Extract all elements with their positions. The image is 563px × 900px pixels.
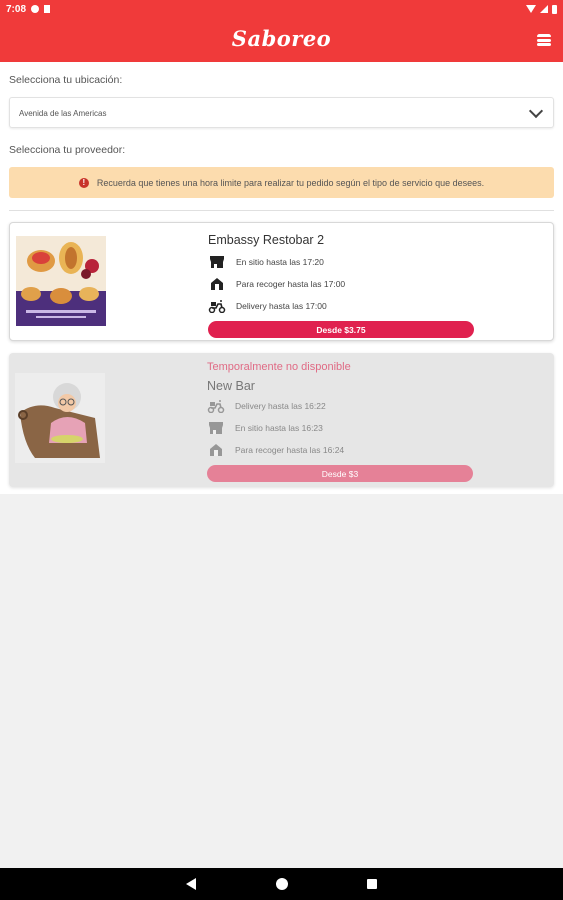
- pickup-house-icon: [207, 442, 225, 458]
- nav-home-icon[interactable]: [276, 878, 288, 890]
- service-row: Para recoger hasta las 16:24: [207, 439, 554, 461]
- location-label: Selecciona tu ubicación:: [9, 74, 123, 86]
- provider-name: Embassy Restobar 2: [208, 233, 325, 247]
- store-icon: [208, 254, 226, 270]
- sd-card-icon: [44, 5, 51, 13]
- battery-icon: [552, 4, 557, 14]
- nav-recents-icon[interactable]: [367, 879, 377, 889]
- pickup-house-icon: [208, 276, 226, 292]
- service-row: Delivery hasta las 16:22: [207, 395, 554, 417]
- chevron-down-icon: [528, 103, 544, 119]
- burger-menu-icon[interactable]: [537, 34, 551, 46]
- unavailable-label: Temporalmente no disponible: [207, 361, 351, 373]
- service-row: Para recoger hasta las 17:00: [208, 273, 553, 295]
- location-selected-value: Avenida de las Americas: [19, 109, 107, 118]
- service-text: Para recoger hasta las 17:00: [236, 279, 346, 289]
- price-button[interactable]: Desde $3.75: [208, 321, 474, 338]
- signal-icon: [540, 5, 548, 13]
- service-text: Delivery hasta las 16:22: [235, 401, 326, 411]
- divider: [9, 210, 554, 211]
- alert-text: Recuerda que tienes una hora limite para…: [96, 177, 485, 188]
- service-text: En sitio hasta las 16:23: [235, 423, 323, 433]
- provider-name: New Bar: [207, 379, 255, 393]
- provider-image: [16, 236, 106, 326]
- nav-back-icon[interactable]: [186, 878, 196, 890]
- service-text: Para recoger hasta las 16:24: [235, 445, 345, 455]
- brand-logo: Saboreo: [231, 26, 332, 51]
- service-text: En sitio hasta las 17:20: [236, 257, 324, 267]
- time-limit-alert: ! Recuerda que tienes una hora limite pa…: [9, 167, 554, 198]
- wifi-icon: [526, 5, 536, 13]
- status-time: 7:08: [6, 3, 27, 15]
- service-row: Delivery hasta las 17:00: [208, 295, 553, 317]
- location-select[interactable]: Avenida de las Americas: [9, 97, 554, 128]
- price-button[interactable]: Desde $3: [207, 465, 473, 482]
- system-nav-bar: [0, 868, 563, 900]
- service-row: En sitio hasta las 17:20: [208, 251, 553, 273]
- provider-image: [15, 373, 105, 463]
- scooter-icon: [208, 298, 226, 314]
- status-bar: 7:08: [0, 0, 563, 18]
- provider-card-embassy[interactable]: Embassy Restobar 2 En sitio hasta las 17…: [9, 222, 554, 341]
- scooter-icon: [207, 398, 225, 414]
- store-icon: [207, 420, 225, 436]
- app-bar: Saboreo: [0, 18, 563, 62]
- service-row: En sitio hasta las 16:23: [207, 417, 554, 439]
- alert-circle-icon: !: [78, 177, 89, 188]
- provider-label: Selecciona tu proveedor:: [9, 144, 126, 156]
- notification-g-icon: [31, 5, 40, 13]
- provider-card-new-bar[interactable]: Temporalmente no disponible New Bar Deli…: [9, 353, 554, 487]
- main-content: Selecciona tu ubicación: Avenida de las …: [0, 62, 563, 494]
- service-text: Delivery hasta las 17:00: [236, 301, 327, 311]
